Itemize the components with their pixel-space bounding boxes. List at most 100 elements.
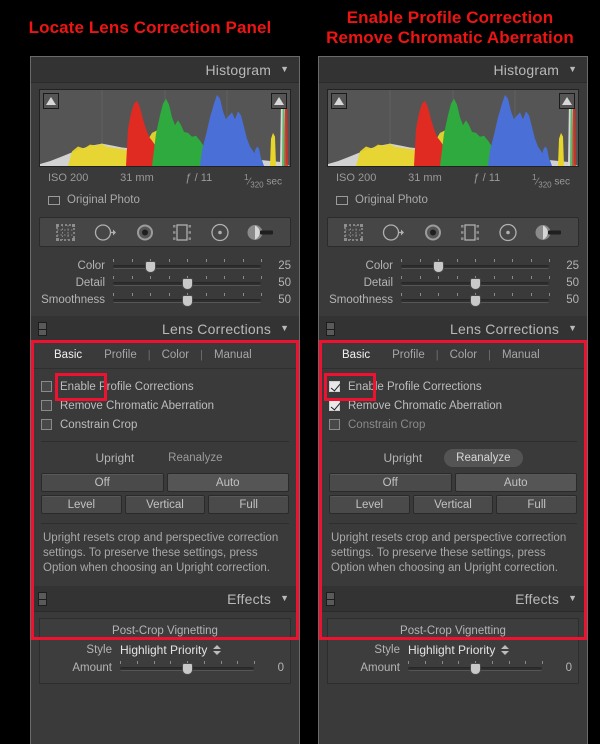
slider-thumb[interactable] [470, 295, 481, 308]
up-down-arrows-icon[interactable] [213, 644, 222, 655]
original-photo-toggle[interactable]: Original Photo [327, 192, 579, 213]
chevron-down-icon[interactable]: ▼ [280, 65, 289, 74]
slider-thumb[interactable] [433, 261, 444, 274]
lens-corrections-header[interactable]: Lens Corrections ▼ [31, 316, 299, 343]
slider-row[interactable]: Color 25 [39, 258, 291, 274]
slider-value[interactable]: 50 [549, 294, 579, 306]
slider-value[interactable]: 25 [261, 260, 291, 272]
reanalyze-button[interactable]: Reanalyze [444, 449, 523, 468]
upright-full-button[interactable]: Full [496, 495, 578, 515]
slider-track[interactable] [408, 661, 543, 676]
graduated-filter-tool-icon[interactable] [460, 223, 480, 242]
remove-chromatic-aberration-checkbox[interactable] [41, 400, 52, 412]
slider-row[interactable]: Detail 50 [327, 275, 579, 291]
tab-manual[interactable]: Manual [203, 347, 263, 363]
upright-auto-button[interactable]: Auto [166, 473, 289, 493]
chevron-down-icon[interactable]: ▼ [568, 65, 577, 74]
spot-removal-tool-icon[interactable] [381, 223, 405, 242]
up-down-arrows-icon[interactable] [501, 644, 510, 655]
shadow-clipping-indicator[interactable] [331, 93, 347, 109]
panel-enable-switch-icon[interactable] [326, 321, 335, 336]
exif-aperture[interactable]: ƒ / 11 [473, 172, 500, 189]
chevron-down-icon[interactable]: ▼ [280, 324, 289, 333]
enable-profile-corrections-checkbox[interactable] [41, 381, 52, 393]
chevron-down-icon[interactable]: ▼ [568, 594, 577, 603]
vignette-amount-value[interactable]: 0 [254, 662, 284, 674]
slider-row[interactable]: Smoothness 50 [39, 292, 291, 308]
tab-color[interactable]: Color [439, 347, 488, 363]
vignette-style-dropdown[interactable]: Highlight Priority [120, 643, 222, 657]
effects-header[interactable]: Effects ▼ [31, 586, 299, 613]
chevron-down-icon[interactable]: ▼ [568, 324, 577, 333]
vignette-amount-row[interactable]: Amount 0 [46, 660, 284, 676]
histogram-plot[interactable] [39, 89, 291, 167]
spot-removal-tool-icon[interactable] [93, 223, 117, 242]
vignette-style-row[interactable]: Style Highlight Priority [334, 641, 572, 658]
slider-thumb[interactable] [470, 663, 481, 676]
remove-chromatic-aberration-checkbox[interactable] [329, 400, 340, 412]
slider-thumb[interactable] [182, 295, 193, 308]
remove-chromatic-aberration-row[interactable]: Remove Chromatic Aberration [41, 396, 289, 415]
upright-level-button[interactable]: Level [329, 495, 410, 515]
panel-enable-switch-icon[interactable] [38, 591, 47, 606]
constrain-crop-row[interactable]: Constrain Crop [329, 415, 577, 434]
upright-full-button[interactable]: Full [208, 495, 290, 515]
remove-chromatic-aberration-row[interactable]: Remove Chromatic Aberration [329, 396, 577, 415]
slider-track[interactable] [401, 259, 550, 274]
slider-track[interactable] [401, 276, 550, 291]
upright-auto-button[interactable]: Auto [454, 473, 577, 493]
graduated-filter-tool-icon[interactable] [172, 223, 192, 242]
upright-off-button[interactable]: Off [329, 473, 452, 493]
exif-aperture[interactable]: ƒ / 11 [185, 172, 212, 189]
slider-thumb[interactable] [182, 278, 193, 291]
slider-track[interactable] [113, 276, 262, 291]
highlight-clipping-indicator[interactable] [559, 93, 575, 109]
slider-track[interactable] [113, 293, 262, 308]
slider-value[interactable]: 50 [261, 294, 291, 306]
slider-thumb[interactable] [145, 261, 156, 274]
slider-track[interactable] [120, 661, 255, 676]
tab-color[interactable]: Color [151, 347, 200, 363]
effects-header[interactable]: Effects ▼ [319, 586, 587, 613]
constrain-crop-checkbox[interactable] [41, 419, 52, 431]
chevron-down-icon[interactable]: ▼ [280, 594, 289, 603]
panel-enable-switch-icon[interactable] [38, 321, 47, 336]
slider-row[interactable]: Smoothness 50 [327, 292, 579, 308]
adjustment-brush-tool-icon[interactable] [247, 223, 275, 242]
radial-filter-tool-icon[interactable] [210, 223, 230, 242]
slider-value[interactable]: 50 [261, 277, 291, 289]
tab-manual[interactable]: Manual [491, 347, 551, 363]
tab-basic[interactable]: Basic [43, 347, 93, 363]
exif-shutter-speed[interactable]: 1⁄320 sec [532, 172, 570, 189]
slider-row[interactable]: Color 25 [327, 258, 579, 274]
panel-enable-switch-icon[interactable] [326, 591, 335, 606]
slider-track[interactable] [113, 259, 262, 274]
adjustment-brush-tool-icon[interactable] [535, 223, 563, 242]
slider-thumb[interactable] [470, 278, 481, 291]
vignette-style-dropdown[interactable]: Highlight Priority [408, 643, 510, 657]
exif-iso[interactable]: ISO 200 [48, 172, 88, 189]
tab-basic[interactable]: Basic [331, 347, 381, 363]
exif-focal-length[interactable]: 31 mm [120, 172, 154, 189]
upright-off-button[interactable]: Off [41, 473, 164, 493]
exif-focal-length[interactable]: 31 mm [408, 172, 442, 189]
histogram-header[interactable]: Histogram ▼ [319, 57, 587, 83]
crop-overlay-tool-icon[interactable] [343, 223, 364, 242]
radial-filter-tool-icon[interactable] [498, 223, 518, 242]
slider-row[interactable]: Detail 50 [39, 275, 291, 291]
reanalyze-button[interactable]: Reanalyze [156, 449, 234, 467]
exif-iso[interactable]: ISO 200 [336, 172, 376, 189]
histogram-plot[interactable] [327, 89, 579, 167]
histogram-header[interactable]: Histogram ▼ [31, 57, 299, 83]
upright-vertical-button[interactable]: Vertical [124, 495, 206, 515]
constrain-crop-row[interactable]: Constrain Crop [41, 415, 289, 434]
vignette-style-row[interactable]: Style Highlight Priority [46, 641, 284, 658]
original-photo-toggle[interactable]: Original Photo [39, 192, 291, 213]
enable-profile-corrections-checkbox[interactable] [329, 381, 340, 393]
slider-thumb[interactable] [182, 663, 193, 676]
vignette-amount-row[interactable]: Amount 0 [334, 660, 572, 676]
tab-profile[interactable]: Profile [381, 347, 436, 363]
slider-value[interactable]: 50 [549, 277, 579, 289]
red-eye-correction-tool-icon[interactable] [423, 223, 443, 242]
upright-vertical-button[interactable]: Vertical [412, 495, 494, 515]
